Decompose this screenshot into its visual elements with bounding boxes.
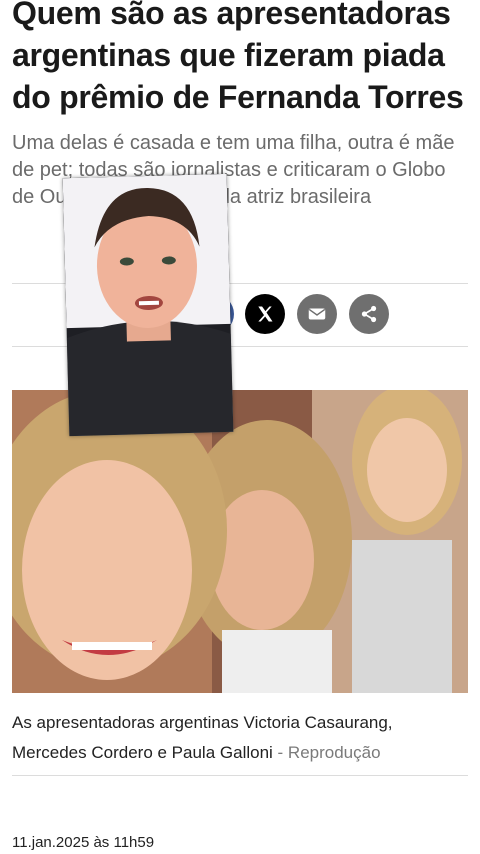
caption-divider: [12, 775, 468, 776]
share-icon: [361, 305, 377, 323]
caption-separator: -: [272, 743, 288, 762]
publish-date: 11.jan.2025 às 11h59: [12, 834, 155, 851]
picture-in-picture-video[interactable]: [62, 173, 234, 437]
caption-credit: Reprodução: [287, 743, 381, 762]
presenter-video-frame: [62, 173, 234, 437]
email-share-button[interactable]: [297, 294, 337, 334]
x-share-button[interactable]: [245, 294, 285, 334]
share-button[interactable]: [349, 294, 389, 334]
x-icon: [258, 306, 273, 322]
mail-icon: [308, 308, 326, 320]
photo-caption: As apresentadoras argentinas Victoria Ca…: [12, 708, 468, 768]
article-headline: Quem são as apresentadoras argentinas qu…: [12, 0, 464, 115]
